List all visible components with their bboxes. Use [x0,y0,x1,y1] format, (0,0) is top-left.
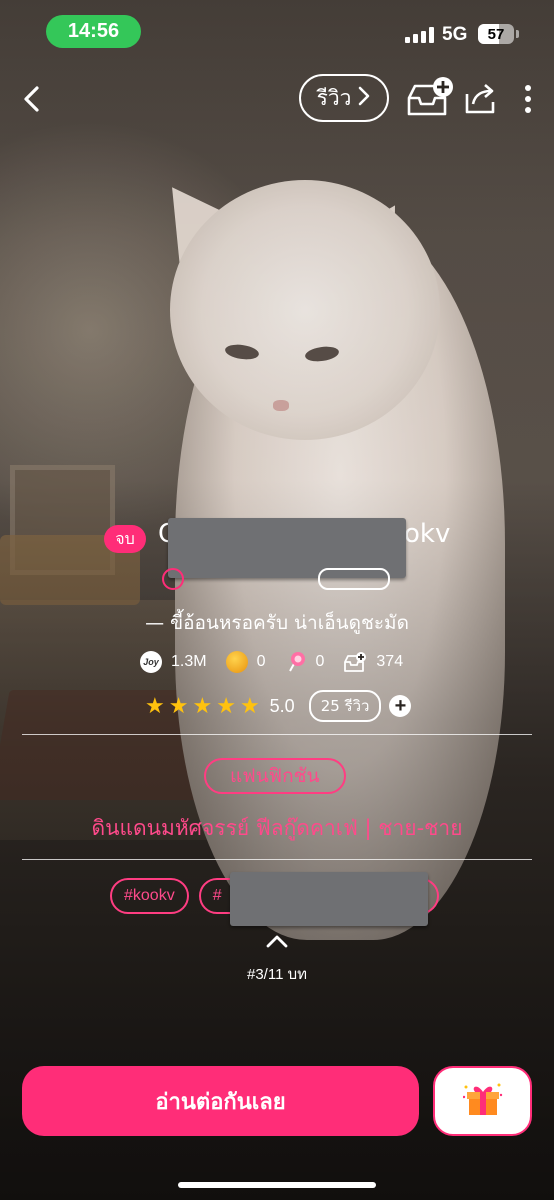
gift-icon [462,1081,503,1121]
signal-icon [405,27,434,43]
author-tag [318,568,390,590]
candy-count: 0 [315,653,325,670]
chevron-up-icon[interactable] [264,932,290,950]
story-tagline: — ขี้อ้อนหรอครับ น่าเอ็นดูชะมัด [145,612,409,634]
status-time: 14:56 [46,15,141,48]
divider [22,734,532,735]
battery-icon: 57 [478,24,514,44]
divider [22,859,532,860]
network-label: 5G [442,24,468,45]
add-to-library-icon[interactable] [405,76,455,120]
cover-background [0,0,554,1200]
joy-count: 1.3M [171,653,207,670]
star-icon: ★ [239,693,260,718]
chevron-right-icon [357,85,371,112]
status-badge: จบ [104,525,146,553]
plus-icon[interactable]: + [389,695,412,717]
gift-button[interactable] [433,1066,532,1136]
category-tag[interactable]: แฟนฟิกชัน [204,758,346,794]
coin-count: 0 [256,653,266,670]
star-icon: ★ [168,693,189,718]
more-icon[interactable] [518,82,538,118]
star-icon: ★ [216,693,236,718]
star-rating: ★ ★ ★ ★ ★ [145,695,260,717]
joy-icon: Joy [140,651,162,673]
library-count: 374 [376,653,404,670]
home-indicator [178,1182,376,1188]
coin-icon [225,651,248,673]
candy-icon [284,651,306,673]
battery-level: 57 [487,25,505,43]
story-title-end: okv [404,519,451,549]
rating-value: 5.0 [269,695,295,716]
hashtag-chip[interactable]: #kookv [110,878,189,914]
avatar[interactable] [162,568,184,590]
review-button-label: รีวิว [316,85,352,110]
chapter-progress: #3/11 บท [247,966,307,983]
author-row[interactable] [158,568,398,594]
library-icon [343,651,367,673]
redaction-mask [230,872,428,926]
reviews-count-button[interactable]: 25 รีวิว [308,690,382,722]
status-bar: 14:56 5G 57 [0,0,554,60]
star-icon: ★ [192,693,213,718]
review-button[interactable]: รีวิว [299,74,389,122]
continue-reading-button[interactable]: อ่านต่อกันเลย [22,1066,419,1136]
rating-row: ★ ★ ★ ★ ★ 5.0 25 รีวิว + [145,690,412,722]
story-stats: Joy 1.3M 0 0 374 [140,648,413,676]
share-icon[interactable] [463,80,499,116]
back-icon[interactable] [18,82,48,116]
story-title: C okv [158,515,458,578]
genre-list[interactable]: ดินแดนมหัศจรรย์ ฟีลกู๊ดคาเฟ่ | ชาย-ชาย [0,812,554,845]
star-icon: ★ [145,693,165,718]
